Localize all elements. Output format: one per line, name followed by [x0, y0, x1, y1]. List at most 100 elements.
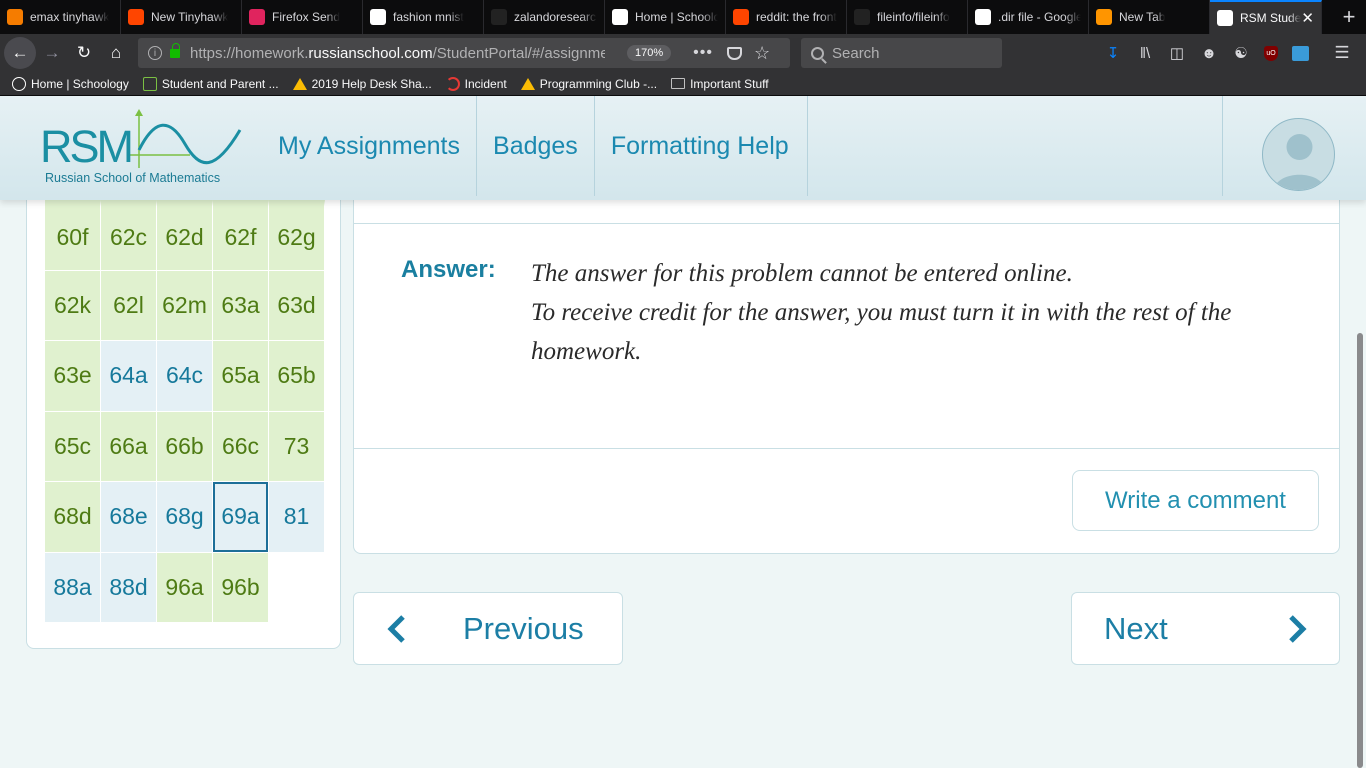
tab-title: .dir file - Google: [998, 10, 1081, 24]
problem-grid: 60f 62c 62d 62f 62g 62k 62l 62m 63a 63d 63e 64a 64c 6…: [45, 200, 325, 623]
nav-my-assignments[interactable]: My Assignments: [262, 96, 478, 196]
browser-tab[interactable]: zalandoresearch: [484, 0, 605, 34]
bookmark-label: Home | Schoology: [31, 76, 129, 91]
bookmark-item[interactable]: 2019 Help Desk Sha...: [292, 76, 432, 91]
previous-button[interactable]: Previous: [353, 592, 623, 665]
download-icon[interactable]: ↧: [1104, 44, 1122, 62]
problem-cell-62c[interactable]: 62c: [101, 200, 157, 271]
firefox-send-icon: [249, 9, 265, 25]
problem-cell-65b[interactable]: 65b: [269, 341, 325, 412]
problem-cell-62g[interactable]: 62g: [269, 200, 325, 271]
sidebar-icon[interactable]: ◫: [1168, 44, 1186, 62]
problem-cell-62d[interactable]: 62d: [157, 200, 213, 271]
avatar[interactable]: [1262, 118, 1335, 191]
main-nav: My Assignments Badges Formatting Help: [262, 96, 808, 196]
bookmark-item[interactable]: Student and Parent ...: [142, 76, 279, 91]
browser-tab[interactable]: fashion mnist: [363, 0, 484, 34]
rsm-logo[interactable]: RSM Russian School of Mathematics: [40, 108, 250, 188]
bookmark-label: Incident: [464, 76, 507, 91]
problem-cell-62k[interactable]: 62k: [45, 270, 101, 341]
problem-cell-68g[interactable]: 68g: [157, 482, 213, 553]
problem-cell-65a[interactable]: 65a: [213, 341, 269, 412]
bookmarks-toolbar: Home | Schoology Student and Parent ... 20…: [0, 72, 1366, 96]
account-icon[interactable]: ☻: [1200, 45, 1218, 62]
divider: [354, 448, 1339, 449]
nav-formatting-help[interactable]: Formatting Help: [595, 96, 808, 196]
bookmark-label: Student and Parent ...: [161, 76, 279, 91]
previous-label: Previous: [463, 610, 584, 646]
home-button[interactable]: ⌂: [100, 37, 132, 69]
bookmark-label: 2019 Help Desk Sha...: [311, 76, 432, 91]
incognito-extension-icon[interactable]: ☯: [1232, 44, 1250, 62]
nav-badges[interactable]: Badges: [477, 96, 595, 196]
problem-cell-63e[interactable]: 63e: [45, 341, 101, 412]
bookmark-label: Programming Club -...: [539, 76, 658, 91]
bookmark-item[interactable]: Important Stuff: [671, 77, 769, 91]
toolbar-icons: ↧ ‖\ ◫ ☻ ☯ uO ☰: [1104, 34, 1351, 72]
browser-tab[interactable]: New Tab: [1089, 0, 1210, 34]
problem-cell-68d[interactable]: 68d: [45, 482, 101, 553]
page-actions-icon[interactable]: •••: [693, 44, 713, 62]
problem-cell-62l[interactable]: 62l: [101, 270, 157, 341]
browser-tab[interactable]: .dir file - Google: [968, 0, 1089, 34]
tab-title: Firefox Send: [272, 10, 341, 24]
tab-title: New Tinyhawk: [151, 10, 229, 24]
problem-cell-69a[interactable]: 69a: [213, 482, 269, 553]
problem-cell-65c[interactable]: 65c: [45, 411, 101, 482]
problem-cell-66c[interactable]: 66c: [213, 411, 269, 482]
problem-cell-60f[interactable]: 60f: [45, 200, 101, 271]
chevron-left-icon: [387, 614, 405, 643]
problem-cell-96b[interactable]: 96b: [213, 552, 269, 623]
browser-tab[interactable]: emax tinyhawk: [0, 0, 121, 34]
problem-cell-62f[interactable]: 62f: [213, 200, 269, 271]
site-info-icon[interactable]: i: [148, 46, 162, 60]
reload-button[interactable]: ↻: [68, 37, 100, 69]
problem-cell-66a[interactable]: 66a: [101, 411, 157, 482]
back-button[interactable]: ←: [4, 37, 36, 69]
problem-cell-63a[interactable]: 63a: [213, 270, 269, 341]
browser-tab[interactable]: Firefox Send: [242, 0, 363, 34]
url-text[interactable]: https://homework.russianschool.com/Stude…: [190, 45, 605, 62]
problem-cell-63d[interactable]: 63d: [269, 270, 325, 341]
bookmark-item[interactable]: Programming Club -...: [520, 76, 658, 91]
browser-tab[interactable]: New Tinyhawk: [121, 0, 242, 34]
next-button[interactable]: Next: [1071, 592, 1340, 665]
next-label: Next: [1104, 610, 1168, 646]
problem-cell-96a[interactable]: 96a: [157, 552, 213, 623]
forward-button[interactable]: →: [36, 37, 68, 69]
url-bar[interactable]: i https://homework.russianschool.com/Stu…: [138, 38, 790, 68]
bookmark-label: Important Stuff: [690, 76, 769, 91]
problem-cell-64a[interactable]: 64a: [101, 341, 157, 412]
problem-cell-88a[interactable]: 88a: [45, 552, 101, 623]
problem-cell-66b[interactable]: 66b: [157, 411, 213, 482]
search-input[interactable]: Search: [801, 38, 1002, 68]
user-menu[interactable]: [1222, 96, 1366, 196]
browser-tab[interactable]: reddit: the front: [726, 0, 847, 34]
lock-icon: [170, 42, 180, 58]
extension-icon[interactable]: [1292, 45, 1309, 61]
library-icon[interactable]: ‖\: [1136, 45, 1154, 62]
bookmark-star-icon[interactable]: ☆: [754, 43, 770, 64]
tab-title: reddit: the front: [756, 10, 837, 24]
write-comment-button[interactable]: Write a comment: [1072, 470, 1319, 531]
browser-tab[interactable]: RSM Student✕: [1210, 0, 1322, 34]
hamburger-menu-icon[interactable]: ☰: [1333, 43, 1351, 63]
close-tab-icon[interactable]: ✕: [1301, 9, 1314, 27]
problem-cell-81[interactable]: 81: [269, 482, 325, 553]
bookmark-item[interactable]: Home | Schoology: [12, 76, 129, 91]
tab-title: zalandoresearch: [514, 10, 597, 24]
problem-cell-64c[interactable]: 64c: [157, 341, 213, 412]
bookmark-item[interactable]: Incident: [445, 76, 507, 91]
tab-title: fileinfo/fileinfo: [877, 10, 950, 24]
browser-tab[interactable]: fileinfo/fileinfo: [847, 0, 968, 34]
problem-cell-88d[interactable]: 88d: [101, 552, 157, 623]
browser-tab[interactable]: Home | Schoology: [605, 0, 726, 34]
pocket-icon[interactable]: [726, 46, 742, 60]
zoom-indicator[interactable]: 170%: [627, 45, 672, 61]
problem-cell-68e[interactable]: 68e: [101, 482, 157, 553]
ublock-icon[interactable]: uO: [1264, 45, 1278, 61]
problem-cell-73[interactable]: 73: [269, 411, 325, 482]
problem-cell-62m[interactable]: 62m: [157, 270, 213, 341]
scrollbar-thumb[interactable]: [1357, 333, 1363, 768]
new-tab-button[interactable]: +: [1332, 0, 1366, 34]
